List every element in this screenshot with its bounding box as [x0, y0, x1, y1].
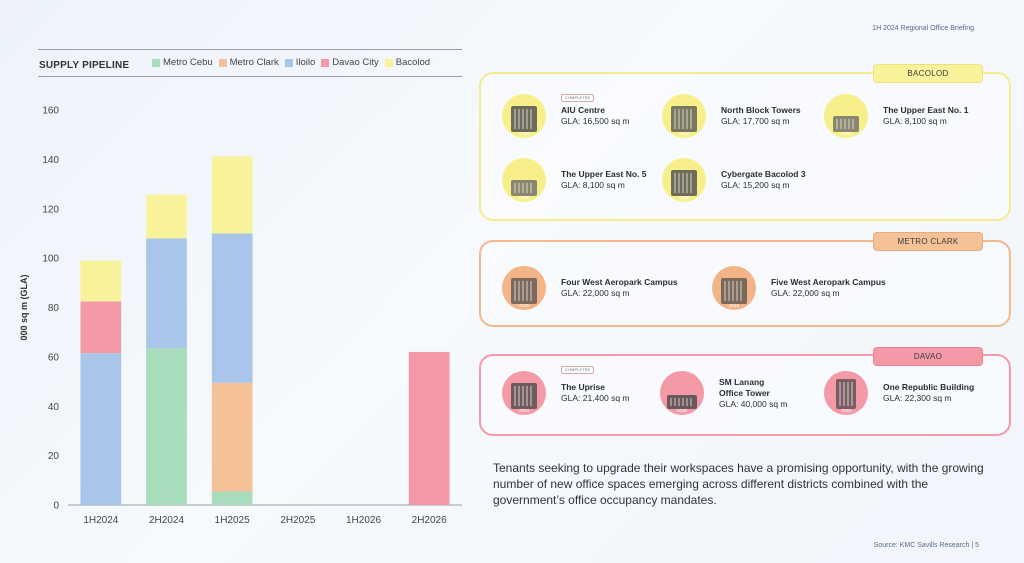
project-gla: GLA: 22,000 sq m: [561, 288, 630, 298]
group-tag-bacolod: BACOLOD: [873, 64, 983, 83]
project-year: 2024: [678, 131, 689, 136]
completed-badge: COMPLETED: [561, 366, 595, 374]
project-year: 2025: [840, 131, 851, 136]
source-note: Source: KMC Savills Research | 5: [873, 542, 979, 549]
project-name: Cybergate Bacolod 3: [721, 169, 806, 179]
building-icon: 2026: [824, 371, 868, 415]
y-tick-label: 160: [42, 106, 59, 117]
project-card[interactable]: 2025 Five West Aeropark Campus GLA: 22,00…: [712, 266, 886, 310]
project-gla: GLA: 21,400 sq m: [561, 393, 630, 403]
project-card[interactable]: 2025 The Upper East No. 5 GLA: 8,100 sq m: [502, 158, 647, 202]
building-icon: 2026: [660, 371, 704, 415]
building-icon: 2025: [502, 158, 546, 202]
y-tick-label: 20: [48, 451, 60, 462]
y-tick-label: 140: [42, 155, 59, 166]
bar-segment: [80, 301, 122, 354]
project-year: 2025: [728, 303, 739, 308]
y-tick-label: 60: [48, 352, 60, 363]
group-tag-clark: METRO CLARK: [873, 232, 983, 251]
project-gla: GLA: 17,700 sq m: [721, 116, 790, 126]
y-tick-label: 40: [48, 402, 60, 413]
bar-segment: [146, 238, 187, 349]
y-tick-label: 100: [42, 254, 59, 265]
project-year: 2024: [518, 408, 529, 413]
project-name: AIU Centre: [561, 105, 605, 115]
x-tick-label: 2H2025: [280, 515, 315, 526]
project-card[interactable]: 2025 Four West Aeropark Campus GLA: 22,00…: [502, 266, 678, 310]
x-tick-label: 1H2024: [83, 515, 118, 526]
building-icon: 2025: [662, 158, 706, 202]
project-name: The Upper East No. 1: [883, 105, 969, 115]
building-icon: 2024: [502, 371, 546, 415]
y-tick-label: 80: [48, 303, 60, 314]
building-icon: 2025: [502, 266, 546, 310]
project-year: 2026: [676, 408, 687, 413]
project-name: The Upper East No. 5: [561, 169, 647, 179]
bar-segment: [408, 351, 450, 505]
x-tick-label: 1H2025: [215, 515, 250, 526]
x-tick-label: 1H2026: [346, 515, 381, 526]
project-gla: GLA: 22,300 sq m: [883, 393, 952, 403]
project-gla: GLA: 8,100 sq m: [883, 116, 947, 126]
project-gla: GLA: 16,500 sq m: [561, 116, 630, 126]
bar-segment: [211, 382, 253, 492]
project-name: SM Lanang Office Tower: [719, 376, 770, 398]
project-gla: GLA: 8,100 sq m: [561, 180, 625, 190]
bar-segment: [80, 353, 122, 505]
project-name: North Block Towers: [721, 105, 801, 115]
project-year: 2025: [518, 195, 529, 200]
bar-segment: [80, 260, 122, 302]
project-gla: GLA: 22,000 sq m: [771, 288, 840, 298]
project-year: 2024: [518, 131, 529, 136]
project-card[interactable]: 2024 North Block Towers GLA: 17,700 sq m: [662, 94, 801, 138]
completed-badge: COMPLETED: [561, 94, 595, 102]
building-icon: 2024: [662, 94, 706, 138]
report-tag: 1H 2024 Regional Office Briefing: [872, 25, 974, 32]
building-icon: 2025: [824, 94, 868, 138]
supply-pipeline-chart: 0 20 40 60 80 100 120 140 160 000 sq m (GLA) 1H202…: [19, 106, 462, 526]
project-gla: GLA: 15,200 sq m: [721, 180, 790, 190]
group-tag-davao: DAVAO: [873, 347, 983, 366]
summary-text: Tenants seeking to upgrade their workspa…: [493, 461, 984, 507]
project-gla: GLA: 40,000 sq m: [719, 398, 788, 409]
project-year: 2025: [678, 195, 689, 200]
bar-segment: [211, 156, 253, 234]
building-icon: 2025: [712, 266, 756, 310]
bar-segment: [146, 194, 187, 239]
project-year: 2026: [840, 408, 851, 413]
project-card[interactable]: 2026 SM Lanang Office Tower GLA: 40,000 s…: [660, 371, 788, 415]
project-card[interactable]: 2026 One Republic Building GLA: 22,300 sq…: [824, 371, 974, 415]
project-name: Four West Aeropark Campus: [561, 277, 678, 287]
y-tick-label: 120: [42, 204, 59, 215]
project-name: Five West Aeropark Campus: [771, 277, 886, 287]
building-icon: 2024: [502, 94, 546, 138]
bar-segment: [146, 348, 187, 505]
x-tick-label: 2H2024: [149, 515, 184, 526]
project-name: The Uprise: [561, 382, 605, 392]
x-tick-label: 2H2026: [412, 515, 447, 526]
project-card[interactable]: 2025 Cybergate Bacolod 3 GLA: 15,200 sq m: [662, 158, 806, 202]
y-axis-label: 000 sq m (GLA): [19, 274, 29, 340]
bar-segment: [211, 233, 253, 383]
bar-segment: [211, 491, 253, 505]
project-name: One Republic Building: [883, 382, 975, 392]
project-card[interactable]: 2024 The Uprise GLA: 21,400 sq m: [502, 371, 630, 415]
project-card[interactable]: 2025 The Upper East No. 1 GLA: 8,100 sq m: [824, 94, 969, 138]
project-year: 2025: [518, 303, 529, 308]
y-tick-label: 0: [53, 501, 59, 512]
